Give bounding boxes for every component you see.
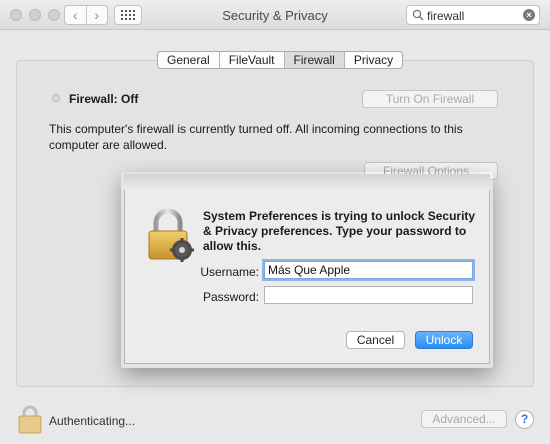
username-field[interactable] xyxy=(264,261,473,279)
password-label: Password: xyxy=(202,290,259,304)
tab-bar: General FileVault Firewall Privacy xyxy=(157,51,404,69)
advanced-button[interactable]: Advanced... xyxy=(421,410,507,428)
padlock-icon[interactable] xyxy=(17,404,43,434)
authenticating-status: Authenticating... xyxy=(49,414,136,428)
chevron-left-icon: ‹ xyxy=(72,7,78,23)
firewall-status: Firewall: Off xyxy=(69,92,139,106)
turn-on-firewall-button[interactable]: Turn On Firewall xyxy=(362,90,498,108)
cancel-button[interactable]: Cancel xyxy=(346,331,405,349)
username-label: Username: xyxy=(200,265,259,279)
help-button[interactable]: ? xyxy=(515,410,534,429)
unlock-button[interactable]: Unlock xyxy=(415,331,473,349)
chevron-right-icon: › xyxy=(94,7,100,23)
tab-firewall[interactable]: Firewall xyxy=(283,52,344,68)
auth-dialog-top-edge xyxy=(124,174,490,190)
search-icon xyxy=(412,9,424,21)
firewall-description: This computer's firewall is currently tu… xyxy=(49,122,463,152)
show-all-button[interactable] xyxy=(114,5,142,25)
tab-filevault[interactable]: FileVault xyxy=(218,52,284,68)
clear-icon[interactable]: × xyxy=(523,9,535,21)
lock-icon xyxy=(148,208,194,262)
close-window-button[interactable] xyxy=(10,9,22,21)
password-field[interactable] xyxy=(264,286,473,304)
preferences-window: ‹ › Security & Privacy × General xyxy=(0,0,550,444)
search-input[interactable] xyxy=(427,8,519,23)
title-bar: ‹ › Security & Privacy × xyxy=(0,0,550,30)
status-indicator xyxy=(52,94,60,102)
grid-icon xyxy=(121,10,135,20)
search-field[interactable]: × xyxy=(406,5,540,25)
nav-buttons: ‹ › xyxy=(64,5,108,25)
tab-general[interactable]: General xyxy=(158,52,219,68)
dialog-message: System Preferences is trying to unlock S… xyxy=(203,209,476,253)
forward-button[interactable]: › xyxy=(85,6,108,24)
tab-privacy[interactable]: Privacy xyxy=(343,52,402,68)
zoom-window-button[interactable] xyxy=(48,9,60,21)
window-title: Security & Privacy xyxy=(222,8,328,23)
minimize-window-button[interactable] xyxy=(29,9,41,21)
back-button[interactable]: ‹ xyxy=(65,6,86,24)
